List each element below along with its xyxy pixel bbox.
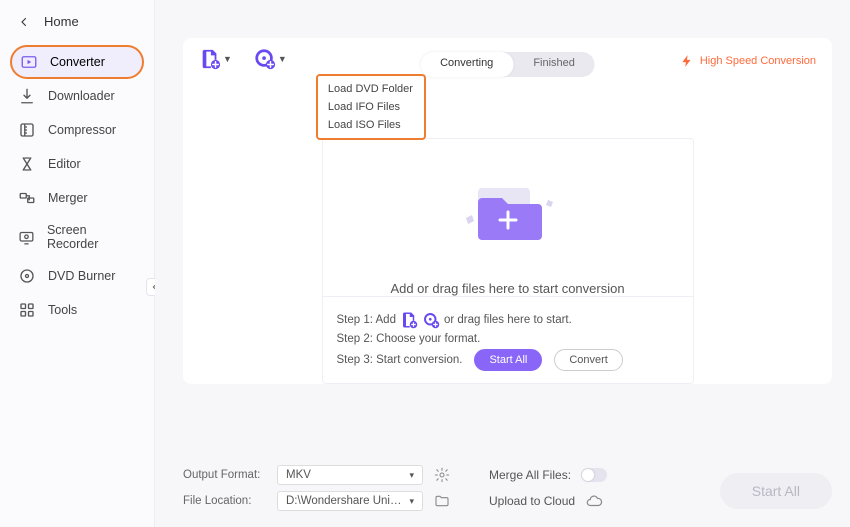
steps-panel: Step 1: Add or drag files here to start.… [323,296,693,385]
sidebar-item-tools[interactable]: Tools [0,293,154,327]
file-location-select[interactable]: D:\Wondershare UniConverter 1 ▾ [277,491,423,511]
step-3-label: Step 3: Start conversion. [337,354,463,366]
high-speed-toggle[interactable]: High Speed Conversion [680,54,816,68]
downloader-icon [18,87,36,105]
sidebar-item-converter[interactable]: Converter [10,45,144,79]
sidebar-item-label: Merger [48,191,88,205]
file-location-label: File Location: [183,495,267,507]
main-area: ▼ ▼ Load DVD Folder Load IFO Files Load … [155,0,850,527]
sidebar-item-dvd-burner[interactable]: DVD Burner [0,259,154,293]
step-1-pre: Step 1: Add [337,314,396,326]
cloud-icon[interactable] [585,492,603,510]
chevron-down-icon: ▼ [223,54,232,64]
add-file-icon [199,48,221,70]
merger-icon [18,189,36,207]
upload-cloud-label: Upload to Cloud [489,494,575,508]
sidebar-item-compressor[interactable]: Compressor [0,113,154,147]
chevron-down-icon: ▾ [409,470,414,481]
merge-toggle[interactable] [581,468,607,482]
sidebar-item-label: Downloader [48,89,115,103]
dropzone-headline: Add or drag files here to start conversi… [323,281,693,296]
convert-button[interactable]: Convert [554,349,623,371]
output-format-value: MKV [286,469,311,481]
converter-icon [20,53,38,71]
lightning-icon [680,54,694,68]
dropzone[interactable]: Add or drag files here to start conversi… [322,138,694,384]
sidebar-item-merger[interactable]: Merger [0,181,154,215]
sidebar-item-label: Converter [50,55,105,69]
add-dvd-button[interactable]: ▼ Load DVD Folder Load IFO Files Load IS… [254,48,287,70]
sidebar: Home Converter Downloader Compressor Edi… [0,0,155,527]
tab-finished[interactable]: Finished [513,52,595,77]
sidebar-item-downloader[interactable]: Downloader [0,79,154,113]
dvd-burner-icon [18,267,36,285]
card-toolbar: ▼ ▼ Load DVD Folder Load IFO Files Load … [183,38,832,80]
add-dvd-icon [422,311,440,329]
compressor-icon [18,121,36,139]
conversion-card: ▼ ▼ Load DVD Folder Load IFO Files Load … [183,38,832,384]
tools-icon [18,301,36,319]
sidebar-item-screen-recorder[interactable]: Screen Recorder [0,215,154,259]
sidebar-item-label: DVD Burner [48,269,115,283]
status-tabs: Converting Finished [420,52,595,77]
screen-recorder-icon [18,228,35,246]
tab-converting[interactable]: Converting [420,52,513,77]
home-button[interactable]: Home [0,4,154,39]
output-format-select[interactable]: MKV ▾ [277,465,423,485]
menu-load-dvd-folder[interactable]: Load DVD Folder [318,80,424,98]
bottom-settings: Output Format: MKV ▾ Merge All Files: Fi… [183,459,832,519]
add-file-button[interactable]: ▼ [199,48,232,70]
step-1-row: Step 1: Add or drag files here to start. [337,311,679,329]
menu-load-ifo[interactable]: Load IFO Files [318,98,424,116]
dropzone-illustration [323,155,693,275]
sidebar-item-label: Screen Recorder [47,223,136,251]
start-all-footer-button[interactable]: Start All [720,473,832,509]
step-1-post: or drag files here to start. [444,314,572,326]
start-all-button[interactable]: Start All [474,349,542,371]
home-label: Home [44,14,79,29]
settings-gear-icon[interactable] [433,466,451,484]
step-3-row: Step 3: Start conversion. Start All Conv… [337,349,679,371]
sidebar-item-label: Editor [48,157,81,171]
sidebar-item-editor[interactable]: Editor [0,147,154,181]
high-speed-label: High Speed Conversion [700,55,816,67]
file-location-value: D:\Wondershare UniConverter 1 [286,495,408,507]
menu-load-iso[interactable]: Load ISO Files [318,116,424,134]
sidebar-item-label: Tools [48,303,77,317]
step-2-row: Step 2: Choose your format. [337,333,679,345]
dvd-dropdown-menu: Load DVD Folder Load IFO Files Load ISO … [316,74,426,140]
editor-icon [18,155,36,173]
open-folder-icon[interactable] [433,492,451,510]
merge-label: Merge All Files: [489,468,571,482]
chevron-left-icon [18,16,30,28]
add-dvd-icon [254,48,276,70]
add-file-icon [400,311,418,329]
chevron-down-icon: ▼ [278,54,287,64]
nav-list: Converter Downloader Compressor Editor M… [0,45,154,327]
sidebar-item-label: Compressor [48,123,116,137]
chevron-down-icon: ▾ [409,496,414,507]
output-format-label: Output Format: [183,469,267,481]
